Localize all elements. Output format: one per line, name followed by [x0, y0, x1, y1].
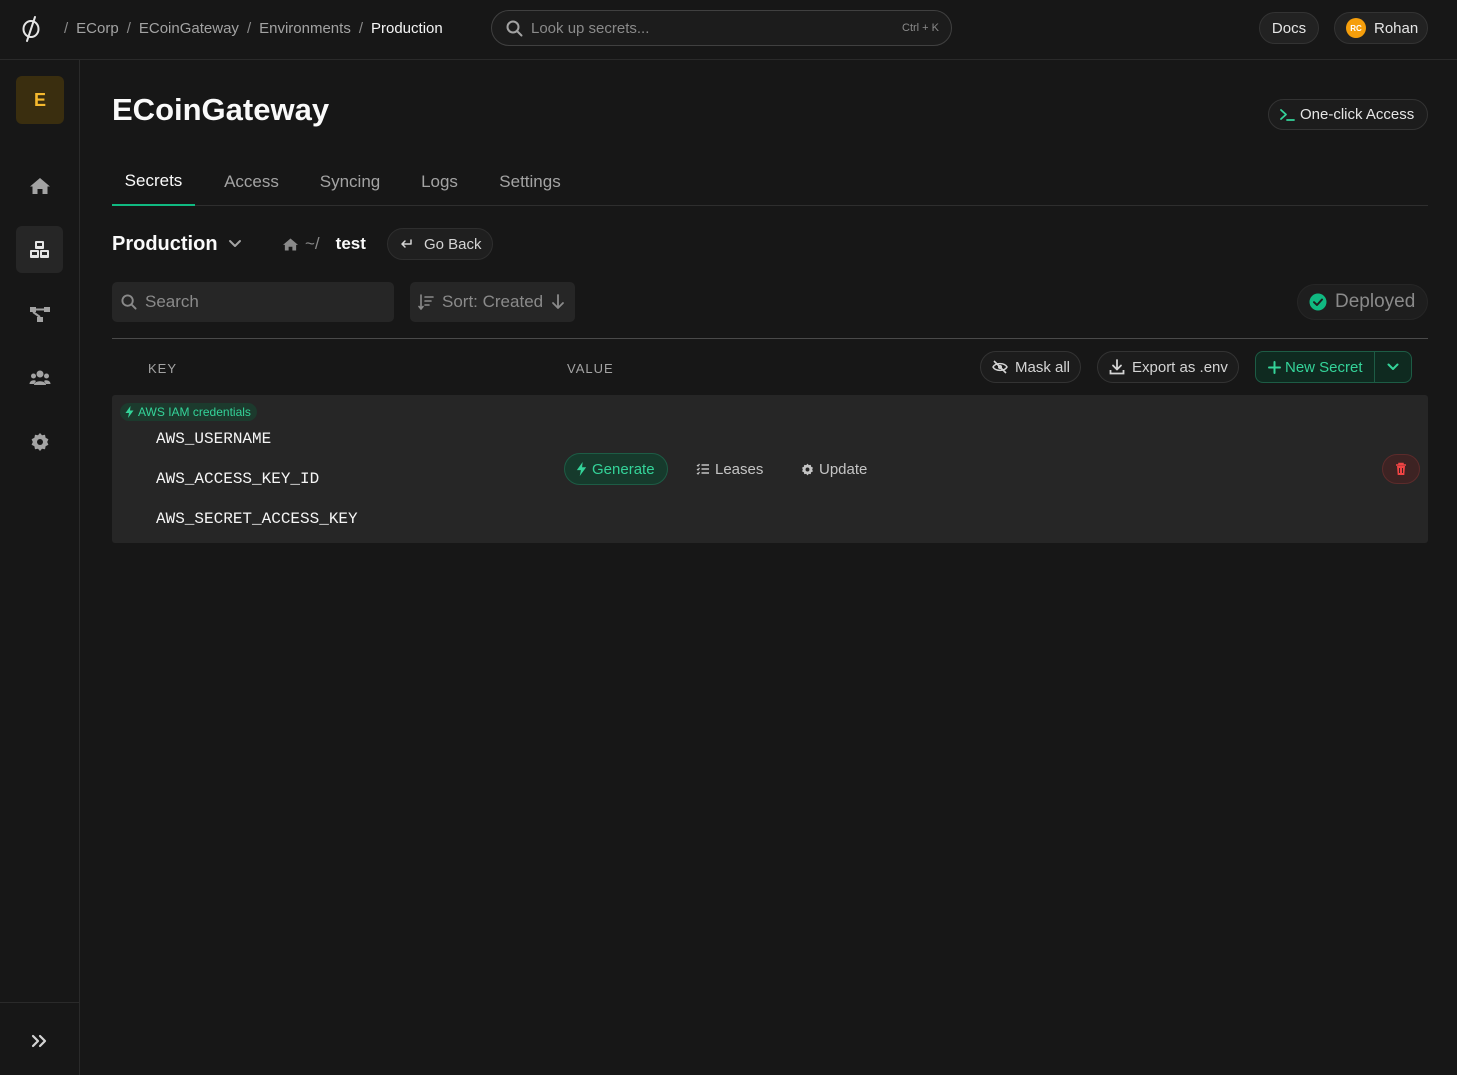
download-icon: [1109, 359, 1125, 375]
breadcrumb-org[interactable]: ECorp: [76, 20, 119, 37]
docs-button[interactable]: Docs: [1259, 12, 1319, 44]
bolt-icon: [576, 462, 587, 476]
generate-button[interactable]: Generate: [564, 453, 668, 485]
new-secret-options-button[interactable]: [1375, 352, 1411, 382]
settings-icon: [30, 432, 50, 452]
tab-logs[interactable]: Logs: [408, 158, 471, 206]
sidebar-item-home[interactable]: [16, 162, 63, 209]
sidebar-footer: [0, 1002, 79, 1075]
current-folder[interactable]: test: [336, 234, 366, 254]
sort-button[interactable]: Sort: Created: [410, 282, 575, 322]
environment-name: Production: [112, 232, 218, 255]
new-secret-button-group: New Secret: [1255, 351, 1412, 383]
deploy-status-label: Deployed: [1335, 291, 1416, 312]
secret-key[interactable]: AWS_USERNAME: [156, 430, 271, 448]
tab-access[interactable]: Access: [211, 158, 292, 206]
search-icon: [506, 20, 523, 37]
sidebar: E: [0, 60, 80, 1075]
dynamic-secret-tag: AWS IAM credentials: [120, 403, 257, 421]
trash-icon: [1395, 462, 1407, 476]
home-icon[interactable]: [282, 237, 299, 252]
apps-icon: [29, 240, 51, 260]
avatar: RC: [1346, 18, 1366, 38]
one-click-access-label: One-click Access: [1300, 106, 1415, 123]
page-title: ECoinGateway: [112, 92, 330, 127]
secret-key[interactable]: AWS_SECRET_ACCESS_KEY: [156, 510, 358, 528]
leases-label: Leases: [715, 460, 764, 478]
dynamic-secret-tag-label: AWS IAM credentials: [138, 405, 251, 419]
eye-off-icon: [992, 360, 1008, 374]
user-menu-button[interactable]: RC Rohan: [1334, 12, 1428, 44]
search-input[interactable]: [145, 292, 375, 312]
sidebar-item-apps[interactable]: [16, 226, 63, 273]
update-label: Update: [819, 460, 868, 478]
gear-icon: [801, 463, 814, 476]
user-name: Rohan: [1374, 19, 1419, 37]
value-column-header: VALUE: [567, 361, 614, 376]
tab-syncing[interactable]: Syncing: [308, 158, 392, 206]
top-bar: / ECorp / ECoinGateway / Environments / …: [0, 0, 1457, 60]
home-icon: [29, 176, 51, 196]
tab-secrets[interactable]: Secrets: [112, 158, 195, 206]
org-badge[interactable]: E: [16, 76, 64, 124]
sidebar-item-members[interactable]: [16, 354, 63, 401]
secret-key[interactable]: AWS_ACCESS_KEY_ID: [156, 470, 319, 488]
list-check-icon: [696, 463, 710, 475]
members-icon: [29, 368, 51, 388]
new-secret-button[interactable]: New Secret: [1256, 352, 1375, 382]
terminal-icon: [1279, 108, 1295, 122]
export-env-label: Export as .env: [1132, 358, 1228, 376]
generate-label: Generate: [592, 460, 655, 478]
new-secret-label: New Secret: [1285, 358, 1363, 376]
sort-label: Sort: Created: [442, 292, 544, 311]
tab-bar: Secrets Access Syncing Logs Settings: [112, 158, 1428, 206]
breadcrumb-app[interactable]: ECoinGateway: [139, 20, 239, 37]
delete-button[interactable]: [1382, 454, 1420, 484]
plus-icon: [1268, 360, 1281, 374]
chevron-down-icon: [228, 239, 242, 249]
sidebar-item-settings[interactable]: [16, 418, 63, 465]
chevrons-right-icon: [31, 1034, 49, 1048]
deploy-status-badge[interactable]: Deployed: [1297, 284, 1428, 320]
check-circle-icon: [1309, 293, 1327, 311]
update-button[interactable]: Update: [801, 453, 867, 485]
mask-all-button[interactable]: Mask all: [980, 351, 1081, 383]
secret-lookup-search[interactable]: Look up secrets... Ctrl + K: [491, 10, 952, 46]
integrations-icon: [29, 304, 51, 324]
secrets-search[interactable]: [112, 282, 394, 322]
go-back-label: Go Back: [424, 235, 482, 253]
breadcrumb-current-env[interactable]: Production: [371, 20, 443, 37]
phase-logo-icon[interactable]: [20, 14, 42, 44]
key-column-header: KEY: [148, 361, 178, 376]
lookup-shortcut: Ctrl + K: [902, 22, 939, 34]
breadcrumb-environments[interactable]: Environments: [259, 20, 351, 37]
tab-settings[interactable]: Settings: [487, 158, 573, 206]
chevron-down-icon: [1387, 363, 1399, 371]
environment-select[interactable]: Production: [112, 230, 242, 258]
mask-all-label: Mask all: [1015, 358, 1071, 376]
search-icon: [121, 294, 137, 310]
folder-path: ~/ test: [282, 230, 366, 258]
dynamic-secret-row: AWS IAM credentials AWS_USERNAME AWS_ACC…: [112, 395, 1428, 543]
lookup-placeholder: Look up secrets...: [531, 19, 650, 37]
path-prefix: ~/: [305, 234, 320, 253]
bolt-icon: [125, 406, 134, 418]
breadcrumb: / ECorp / ECoinGateway / Environments / …: [64, 19, 443, 37]
sidebar-item-integrations[interactable]: [16, 290, 63, 337]
sort-icon: [418, 294, 434, 310]
leases-button[interactable]: Leases: [696, 453, 763, 485]
arrow-down-icon: [551, 294, 565, 310]
return-arrow-icon: [400, 239, 412, 249]
divider: [112, 338, 1428, 339]
export-env-button[interactable]: Export as .env: [1097, 351, 1239, 383]
expand-sidebar-button[interactable]: [28, 1031, 52, 1051]
go-back-button[interactable]: Go Back: [387, 228, 493, 260]
one-click-access-button[interactable]: One-click Access: [1268, 99, 1428, 130]
